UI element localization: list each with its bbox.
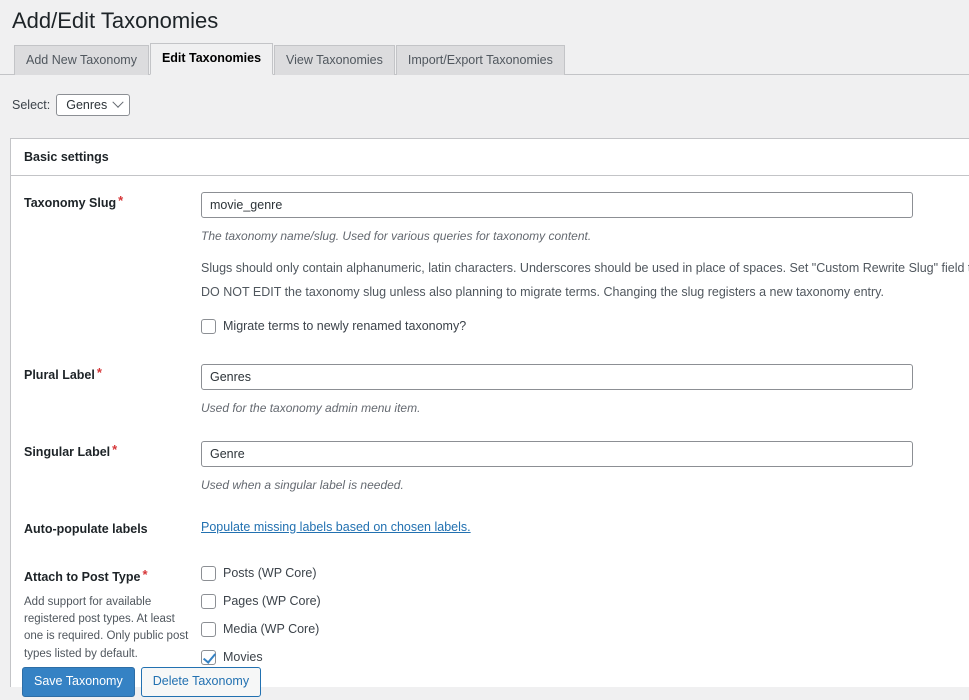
label-plural-label: Plural Label * bbox=[11, 348, 201, 384]
admin-page: Add/Edit Taxonomies Add New Taxonomy Edi… bbox=[0, 0, 969, 700]
tab-view-taxonomies[interactable]: View Taxonomies bbox=[274, 45, 395, 75]
label-taxonomy-slug: Taxonomy Slug * bbox=[11, 176, 201, 212]
post-type-option-pages[interactable]: Pages (WP Core) bbox=[201, 593, 969, 609]
post-type-option-movies[interactable]: Movies bbox=[201, 649, 969, 665]
plural-label-hint: Used for the taxonomy admin menu item. bbox=[201, 400, 421, 415]
required-asterisk: * bbox=[142, 566, 148, 582]
taxonomy-select-value: Genres bbox=[66, 97, 108, 112]
label-singular-label-text: Singular Label bbox=[24, 444, 111, 459]
required-asterisk: * bbox=[96, 364, 102, 380]
form-actions: Save Taxonomy Delete Taxonomy bbox=[22, 667, 262, 697]
field-attach-post-type: Posts (WP Core) Pages (WP Core) Media (W… bbox=[201, 550, 969, 687]
tab-import-export-taxonomies[interactable]: Import/Export Taxonomies bbox=[395, 45, 565, 75]
delete-taxonomy-button[interactable]: Delete Taxonomy bbox=[140, 667, 262, 697]
pages-checkbox[interactable] bbox=[201, 593, 216, 609]
migrate-terms-checkbox[interactable] bbox=[201, 318, 216, 334]
media-checkbox[interactable] bbox=[201, 621, 216, 637]
required-asterisk: * bbox=[118, 193, 124, 208]
field-auto-populate: Populate missing labels based on chosen … bbox=[201, 502, 969, 550]
label-plural-label-text: Plural Label bbox=[24, 367, 95, 382]
taxonomy-slug-hint: The taxonomy name/slug. Used for various… bbox=[201, 229, 592, 243]
taxonomy-slug-note-2: DO NOT EDIT the taxonomy slug unless als… bbox=[201, 285, 884, 300]
field-plural-label: Used for the taxonomy admin menu item. bbox=[201, 348, 969, 425]
pages-checkbox-label: Pages (WP Core) bbox=[223, 594, 321, 609]
tab-bar: Add New Taxonomy Edit Taxonomies View Ta… bbox=[0, 43, 969, 75]
movies-checkbox[interactable] bbox=[201, 649, 216, 665]
post-type-option-posts[interactable]: Posts (WP Core) bbox=[201, 565, 969, 581]
label-auto-populate: Auto-populate labels bbox=[24, 521, 148, 536]
migrate-terms-label: Migrate terms to newly renamed taxonomy? bbox=[223, 319, 467, 334]
taxonomy-slug-input[interactable] bbox=[201, 192, 913, 218]
chevron-down-icon bbox=[112, 96, 124, 108]
field-row-auto-populate: Auto-populate labels Populate missing la… bbox=[11, 502, 969, 550]
label-attach-post-type: Attach to Post Type * Add support for ava… bbox=[11, 550, 201, 663]
settings-form: Taxonomy Slug* The taxonomy name/slug. U… bbox=[11, 176, 969, 687]
plural-label-input[interactable] bbox=[201, 363, 913, 390]
tab-edit-taxonomies[interactable]: Edit Taxonomies bbox=[149, 43, 274, 75]
singular-label-input[interactable] bbox=[201, 440, 913, 467]
label-singular-label: Singular Label * bbox=[11, 425, 201, 461]
card-heading: Basic settings bbox=[11, 139, 969, 176]
taxonomy-slug-note-1: Slugs should only contain alphanumeric, … bbox=[201, 261, 969, 275]
label-taxonomy-slug-text: Taxonomy Slug bbox=[24, 196, 117, 210]
posts-checkbox-label: Posts (WP Core) bbox=[223, 566, 317, 581]
migrate-terms-row[interactable]: Migrate terms to newly renamed taxonomy? bbox=[201, 318, 969, 334]
attach-post-type-description: Add support for available registered pos… bbox=[24, 595, 189, 660]
taxonomy-selector-label: Select: bbox=[12, 97, 51, 112]
taxonomy-selector-row: Select: Genres bbox=[0, 75, 969, 121]
field-row-taxonomy-slug: Taxonomy Slug* The taxonomy name/slug. U… bbox=[11, 176, 969, 348]
required-asterisk: * bbox=[112, 441, 118, 457]
label-attach-post-type-text: Attach to Post Type bbox=[24, 569, 141, 584]
field-taxonomy-slug: The taxonomy name/slug. Used for various… bbox=[201, 176, 969, 348]
field-singular-label: Used when a singular label is needed. bbox=[201, 425, 969, 502]
posts-checkbox[interactable] bbox=[201, 565, 216, 581]
populate-labels-link[interactable]: Populate missing labels based on chosen … bbox=[201, 520, 471, 534]
post-type-checkbox-list: Posts (WP Core) Pages (WP Core) Media (W… bbox=[201, 565, 969, 665]
taxonomy-select[interactable]: Genres bbox=[56, 93, 131, 116]
page-title: Add/Edit Taxonomies bbox=[12, 8, 219, 33]
basic-settings-card: Basic settings Taxonomy Slug* The taxono… bbox=[10, 138, 969, 687]
post-type-option-media[interactable]: Media (WP Core) bbox=[201, 621, 969, 637]
singular-label-hint: Used when a singular label is needed. bbox=[201, 477, 404, 492]
tab-add-new-taxonomy[interactable]: Add New Taxonomy bbox=[14, 45, 149, 75]
media-checkbox-label: Media (WP Core) bbox=[223, 622, 320, 637]
field-row-plural-label: Plural Label* Used for the taxonomy admi… bbox=[11, 348, 969, 425]
save-taxonomy-button[interactable]: Save Taxonomy bbox=[22, 667, 135, 697]
field-row-singular-label: Singular Label* Used when a singular lab… bbox=[11, 425, 969, 502]
movies-checkbox-label: Movies bbox=[223, 650, 263, 665]
